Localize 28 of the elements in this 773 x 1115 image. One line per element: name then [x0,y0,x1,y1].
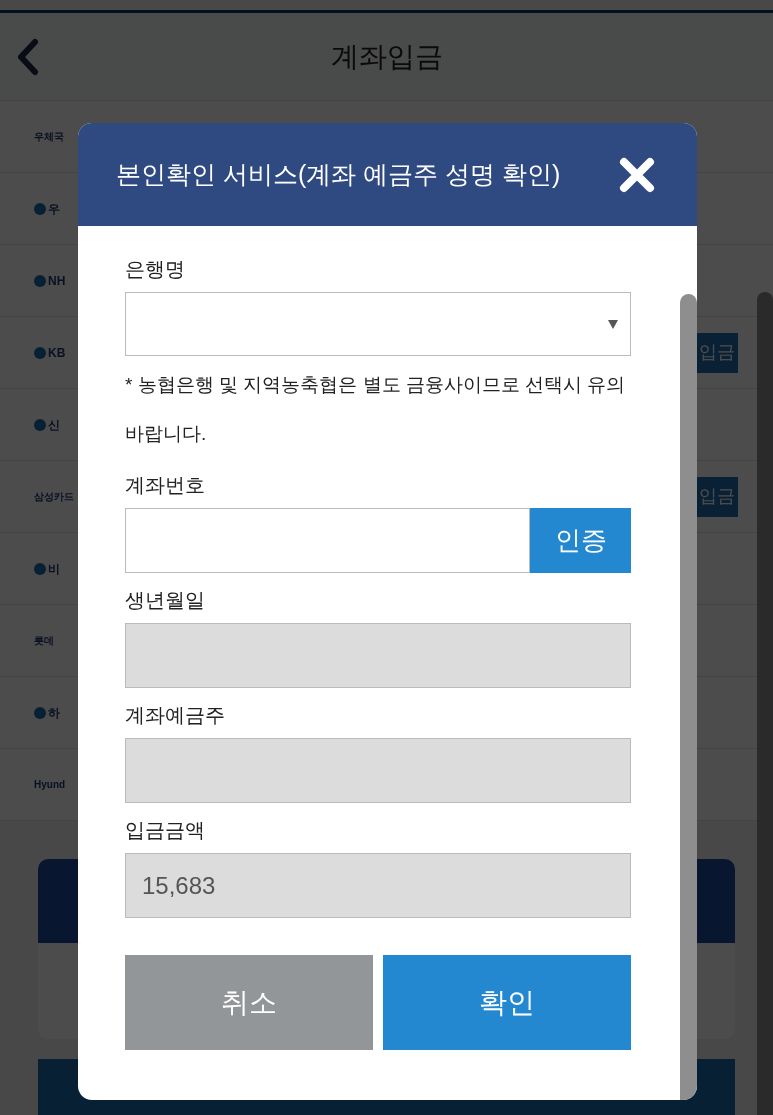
bank-name: 비 [48,560,60,578]
bank-name: 하 [48,704,60,722]
bank-name: 신 [48,416,60,434]
page-title: 계좌입금 [330,39,443,74]
account-number-field[interactable] [125,508,530,573]
notice-text: * 농협은행 및 지역농축협은 별도 금융사이므로 선택시 유의 바랍니다. [125,373,627,446]
readonly-field: 15,683 [125,853,631,918]
field-label: 계좌예금주 [125,703,225,728]
bank-name: 롯데 [34,634,54,648]
cancel-button[interactable]: 취소 [125,955,373,1050]
dropdown-caret-icon [608,319,618,329]
field-label: 은행명 [125,257,185,282]
bank-name: Hyund [34,778,66,792]
field-label: 생년월일 [125,588,205,613]
close-icon[interactable] [619,156,655,193]
bank-name: KB [48,344,66,362]
verify-button[interactable]: 인증 [530,508,631,573]
bank-name: 우체국 [34,130,64,144]
field-label: 계좌번호 [125,473,205,498]
dialog-title: 본인확인 서비스(계좌 예금주 성명 확인) [116,158,561,190]
dialog-scrollbar[interactable] [680,294,697,1100]
confirm-button[interactable]: 확인 [383,955,631,1050]
field-label: 입금금액 [125,818,205,843]
bank-name: 우 [48,200,60,218]
bank-name: NH [48,272,66,290]
bank-select[interactable] [125,292,631,356]
page-scrollbar[interactable] [757,292,773,1115]
bank-name: 삼성카드 [34,490,74,504]
